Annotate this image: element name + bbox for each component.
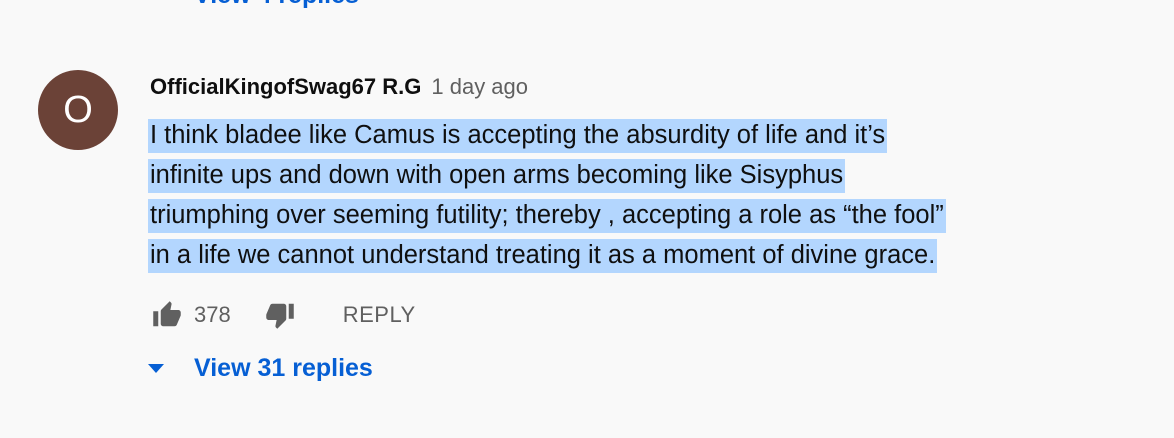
comment-text-line: in a life we cannot understand treating … bbox=[148, 235, 1098, 275]
comment-timestamp[interactable]: 1 day ago bbox=[431, 74, 528, 100]
avatar[interactable]: O bbox=[38, 70, 118, 150]
comment-text-line: infinite ups and down with open arms bec… bbox=[148, 155, 1098, 195]
caret-down-icon bbox=[148, 364, 164, 373]
view-replies-label: View 31 replies bbox=[194, 354, 373, 382]
comment-text-line: I think bladee like Camus is accepting t… bbox=[148, 115, 1098, 155]
reply-button[interactable]: REPLY bbox=[343, 302, 416, 328]
thumbs-up-icon bbox=[153, 301, 181, 327]
author-name[interactable]: OfficialKingofSwag67 R.G bbox=[150, 74, 421, 100]
view-replies-link[interactable]: View 31 replies bbox=[148, 354, 373, 383]
dislike-button[interactable] bbox=[263, 298, 297, 332]
comment-text-line: triumphing over seeming futility; thereb… bbox=[148, 195, 1098, 235]
view-previous-replies-link[interactable]: View 4 replies bbox=[148, 0, 359, 12]
avatar-letter: O bbox=[63, 88, 93, 131]
thumbs-down-icon bbox=[265, 303, 294, 329]
like-button[interactable] bbox=[150, 298, 184, 332]
comment-header: OfficialKingofSwag67 R.G 1 day ago bbox=[150, 74, 528, 104]
comment-actions: 378 REPLY bbox=[150, 298, 416, 332]
comment-text: I think bladee like Camus is accepting t… bbox=[148, 115, 1098, 275]
comment-thread: View 4 replies O OfficialKingofSwag67 R.… bbox=[0, 0, 1174, 438]
like-count: 378 bbox=[194, 302, 231, 327]
view-previous-replies-label: View 4 replies bbox=[194, 0, 359, 10]
